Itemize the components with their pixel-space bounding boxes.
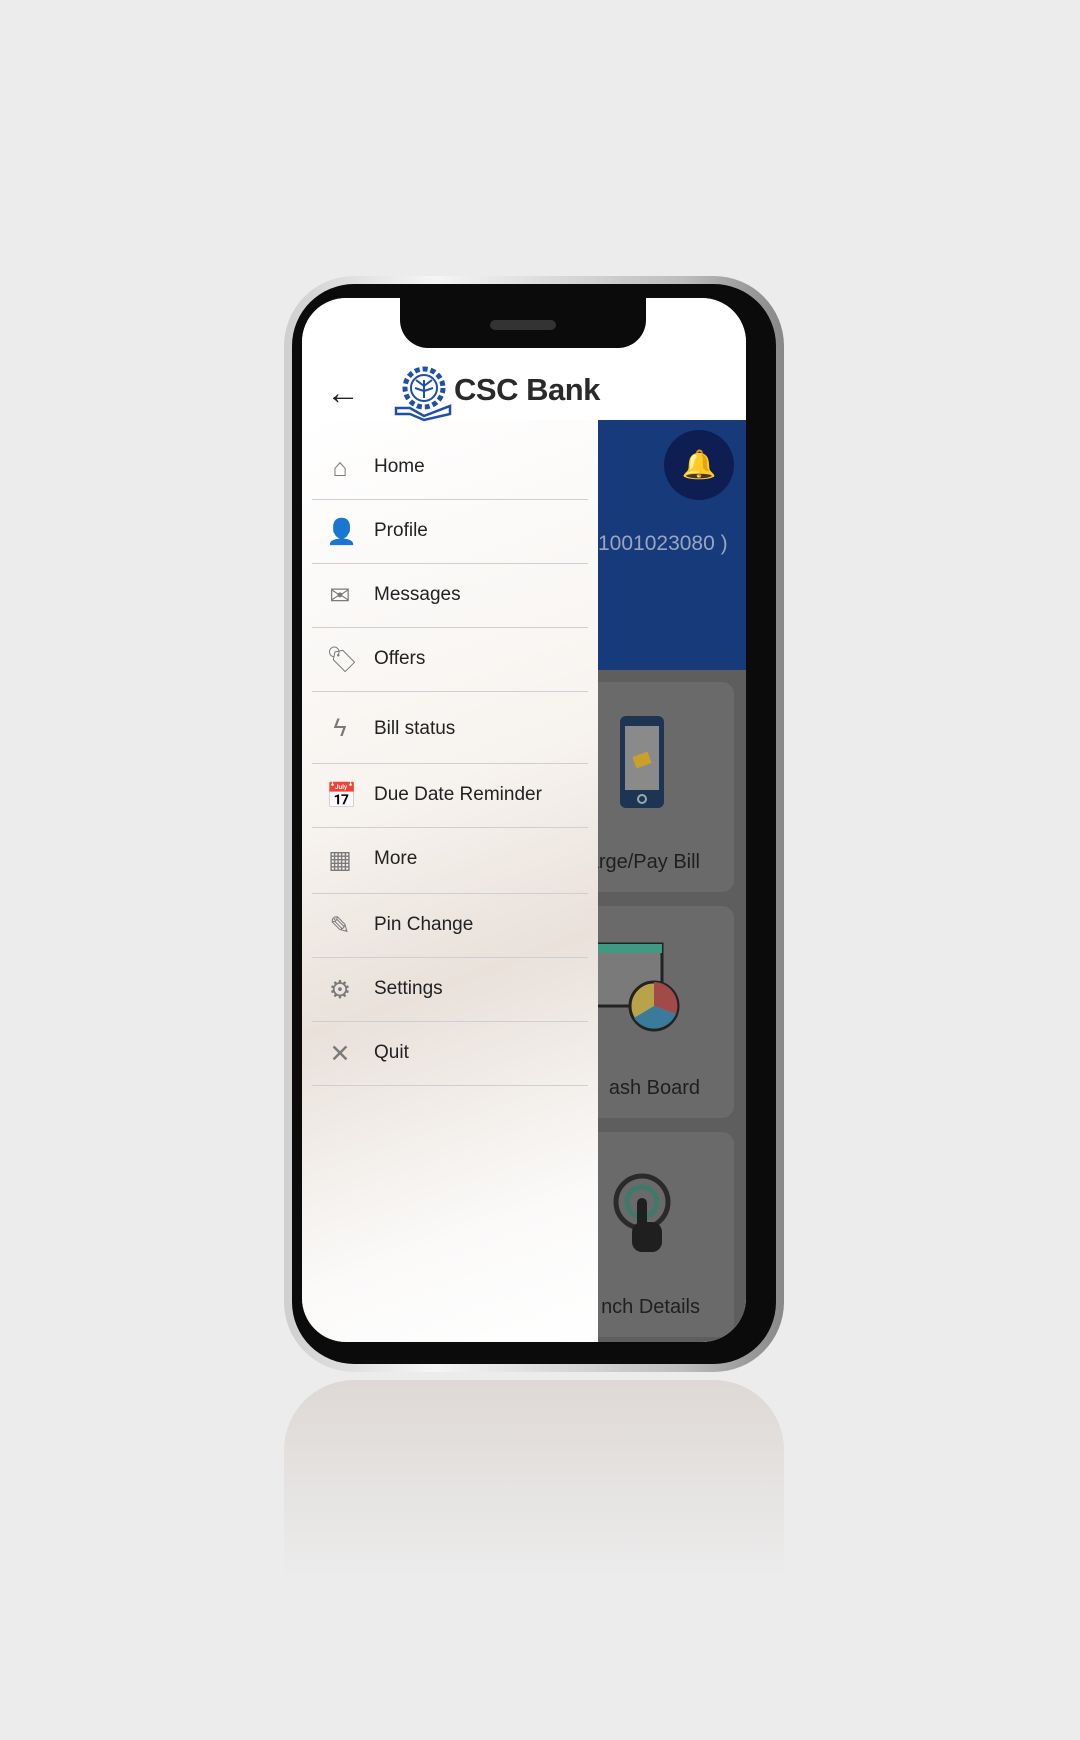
gear-icon: ⚙: [328, 976, 352, 1004]
close-icon: ✕: [329, 1040, 351, 1068]
menu-item-profile[interactable]: 👤 Profile: [312, 500, 588, 564]
menu-item-offers[interactable]: 🏷 Offers: [312, 628, 588, 692]
app-title: CSC Bank: [454, 372, 600, 407]
menu-item-quit[interactable]: ✕ Quit: [312, 1022, 588, 1086]
phone-reflection: [284, 1380, 784, 1580]
mail-icon: ✉: [329, 582, 351, 610]
menu-item-due-date-reminder[interactable]: 📅 Due Date Reminder: [312, 764, 588, 828]
dashboard-icon: ▦: [328, 846, 352, 874]
navigation-drawer: ⌂ Home 👤 Profile ✉ Messages 🏷 Offers ϟ Bill s…: [302, 420, 598, 1342]
csc-bank-logo: [394, 366, 452, 422]
person-icon: 👤: [326, 518, 358, 546]
menu-item-settings[interactable]: ⚙ Settings: [312, 958, 588, 1022]
calendar-icon: 📅: [326, 782, 358, 810]
home-icon: ⌂: [332, 454, 348, 482]
phone-screen: 🔔 1001023080 ) arge/Pay Bill ash Board n…: [302, 298, 746, 1342]
mobile-card-icon: [620, 716, 664, 808]
menu-item-more[interactable]: ▦ More: [312, 828, 588, 894]
phone-notch: [400, 298, 646, 348]
arrow-left-icon[interactable]: ←: [326, 374, 360, 413]
menu-item-home[interactable]: ⌂ Home: [312, 436, 588, 500]
menu-item-bill-status[interactable]: ϟ Bill status: [312, 692, 588, 764]
lightning-icon: ϟ: [333, 714, 347, 742]
menu-item-pin-change[interactable]: ✎ Pin Change: [312, 894, 588, 958]
account-number: 1001023080 ): [598, 532, 728, 555]
tag-icon: 🏷: [326, 646, 358, 674]
bell-plus-icon[interactable]: 🔔: [664, 430, 734, 500]
menu-item-messages[interactable]: ✉ Messages: [312, 564, 588, 628]
pencil-icon: ✎: [329, 912, 351, 940]
touch-icon: [613, 1173, 671, 1252]
